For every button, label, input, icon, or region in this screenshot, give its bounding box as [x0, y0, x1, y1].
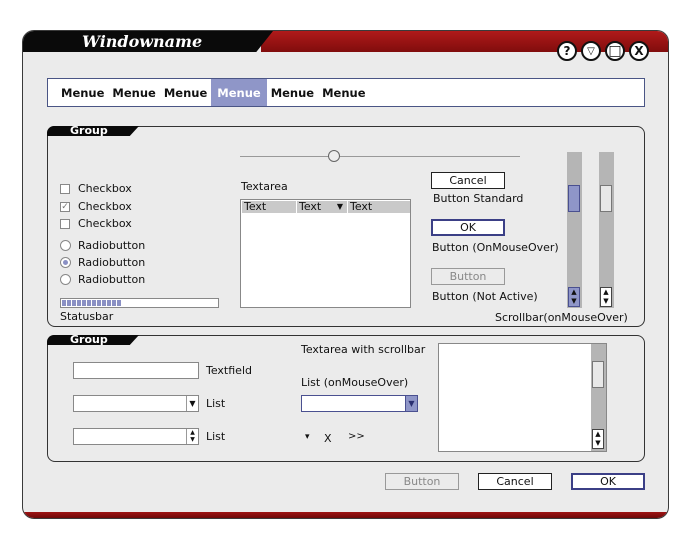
- list-label-1: List: [206, 397, 226, 410]
- textfield-label: Textfield: [206, 364, 252, 377]
- radiobutton-3[interactable]: [60, 274, 71, 285]
- textfield-input[interactable]: [73, 362, 199, 379]
- window-bottom-bar: [23, 512, 668, 518]
- application-window: Windowname ? ▽ □ X Menue Menue Menue Men…: [22, 30, 669, 519]
- scrollbar-mouseover[interactable]: ▲ ▼: [567, 152, 582, 308]
- dropdown-arrow-icon[interactable]: ▾: [305, 432, 310, 442]
- button-standard-label: Button Standard: [433, 192, 524, 205]
- slider-track[interactable]: [240, 156, 520, 157]
- scrollbar-thumb-hover[interactable]: [568, 185, 580, 212]
- menu-item-1[interactable]: Menue: [57, 79, 108, 106]
- checkbox-3[interactable]: [60, 219, 70, 229]
- radiobutton-2-label: Radiobutton: [78, 256, 146, 269]
- checkbox-1-label: Checkbox: [78, 182, 132, 195]
- status-progress-bar: [60, 298, 219, 308]
- radiobutton-2-selected[interactable]: [60, 257, 71, 268]
- scroll-arrows-icon[interactable]: ▲ ▼: [568, 287, 580, 307]
- textarea-label: Textarea: [241, 180, 288, 193]
- scrollbar-label: Scrollbar(onMouseOver): [495, 311, 628, 324]
- inactive-button: Button: [431, 268, 505, 285]
- statusbar-label: Statusbar: [60, 310, 114, 323]
- radiobutton-1-label: Radiobutton: [78, 239, 146, 252]
- group-controls: Group Checkbox ✓ Checkbox Checkbox Radio…: [47, 124, 645, 327]
- status-progress-fill: [62, 300, 122, 306]
- textarea-table[interactable]: Text Text ▼ Text: [240, 199, 411, 308]
- chevron-down-icon[interactable]: ▼: [186, 396, 198, 411]
- footer-ok-button[interactable]: OK: [571, 473, 645, 490]
- button-inactive-label: Button (Not Active): [432, 290, 538, 303]
- radiobutton-1[interactable]: [60, 240, 71, 251]
- scrollbar[interactable]: ▲ ▼: [599, 152, 614, 308]
- checkbox-2-checked[interactable]: ✓: [60, 202, 70, 212]
- window-title: Windowname: [82, 32, 203, 51]
- scroll-arrows-icon[interactable]: ▲ ▼: [592, 429, 604, 449]
- slider-handle[interactable]: [328, 150, 340, 162]
- column-header-2[interactable]: Text ▼: [297, 201, 347, 213]
- cancel-button[interactable]: Cancel: [431, 172, 505, 189]
- checkbox-3-label: Checkbox: [78, 217, 132, 230]
- checkbox-1[interactable]: [60, 184, 70, 194]
- forward-icon[interactable]: >>: [348, 431, 365, 442]
- list-stepper[interactable]: ▲ ▼: [73, 428, 199, 445]
- radio-selected-dot: [63, 260, 68, 265]
- textarea-scrollbar[interactable]: ▲ ▼: [591, 344, 606, 451]
- group-label: Group: [70, 124, 108, 137]
- scrollbar-thumb[interactable]: [600, 185, 612, 212]
- footer-cancel-button[interactable]: Cancel: [478, 473, 552, 490]
- help-icon[interactable]: ?: [557, 41, 577, 61]
- sort-arrow-icon: ▼: [336, 202, 343, 211]
- list-label-2: List: [206, 430, 226, 443]
- menu-item-4-active[interactable]: Menue: [211, 79, 267, 106]
- column-header-3[interactable]: Text: [348, 201, 410, 213]
- close-icon[interactable]: X: [629, 41, 649, 61]
- column-header-2-label: Text: [299, 200, 322, 213]
- maximize-icon[interactable]: □: [605, 41, 625, 61]
- chevron-down-icon[interactable]: ▼: [405, 396, 417, 411]
- checkbox-2-label: Checkbox: [78, 200, 132, 213]
- menu-bar: Menue Menue Menue Menue Menue Menue: [47, 78, 645, 107]
- radiobutton-3-label: Radiobutton: [78, 273, 146, 286]
- group-label: Group: [70, 333, 108, 346]
- menu-item-3[interactable]: Menue: [160, 79, 211, 106]
- close-x-icon[interactable]: X: [324, 432, 332, 445]
- textarea-with-scrollbar[interactable]: ▲ ▼: [438, 343, 607, 452]
- footer-inactive-button: Button: [385, 473, 459, 490]
- button-mouseover-label: Button (OnMouseOver): [432, 241, 559, 254]
- list-dropdown-hover[interactable]: ▼: [301, 395, 418, 412]
- menu-item-6[interactable]: Menue: [318, 79, 369, 106]
- list-mouseover-label: List (onMouseOver): [301, 376, 409, 389]
- ok-button-hover[interactable]: OK: [431, 219, 505, 236]
- minimize-icon[interactable]: ▽: [581, 41, 601, 61]
- column-header-1[interactable]: Text: [242, 201, 296, 213]
- stepper-arrows-icon[interactable]: ▲ ▼: [186, 429, 198, 444]
- menu-item-2[interactable]: Menue: [108, 79, 159, 106]
- textarea-scroll-label: Textarea with scrollbar: [301, 343, 426, 356]
- scroll-arrows-icon[interactable]: ▲ ▼: [600, 287, 612, 307]
- group-inputs: Group Textfield ▼ List ▲ ▼ List Textarea …: [47, 333, 645, 462]
- textarea-scrollbar-thumb[interactable]: [592, 361, 604, 388]
- list-dropdown[interactable]: ▼: [73, 395, 199, 412]
- menu-item-5[interactable]: Menue: [267, 79, 318, 106]
